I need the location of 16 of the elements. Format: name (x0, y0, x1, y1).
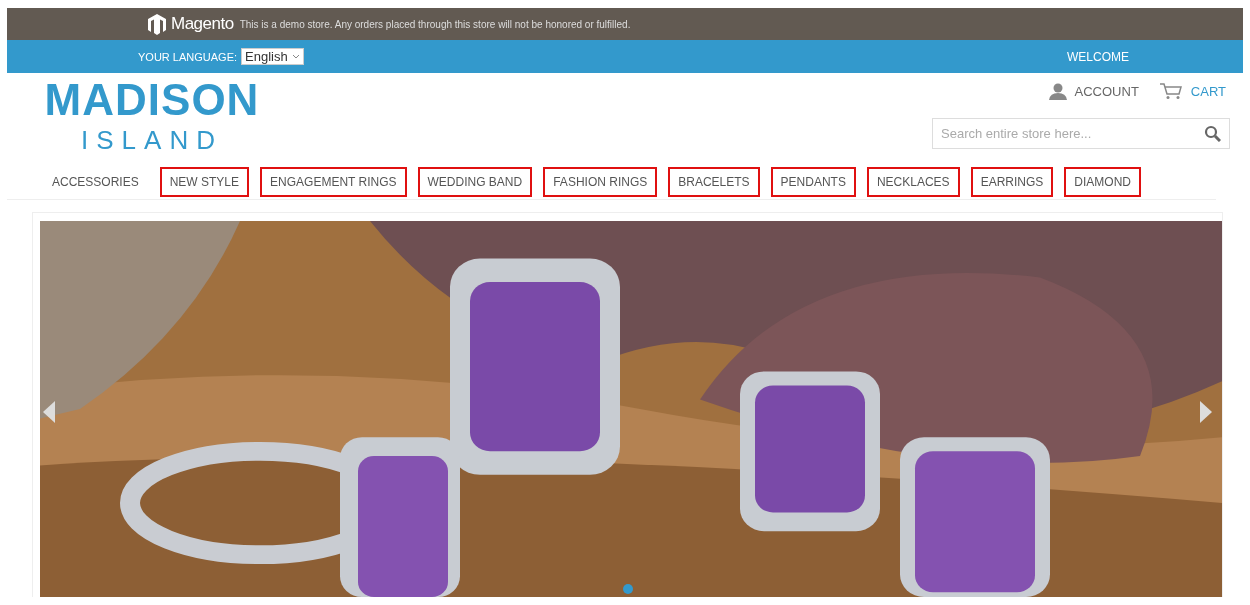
nav-link[interactable]: DIAMOND (1064, 167, 1141, 197)
nav-link[interactable]: ACCESSORIES (42, 167, 149, 197)
nav-link[interactable]: EARRINGS (970, 167, 1054, 197)
nav-link[interactable]: FASHION RINGS (543, 167, 658, 197)
nav-link[interactable]: WEDDING BAND (417, 167, 533, 197)
search-field[interactable]: Search entire store here... (932, 118, 1230, 149)
nav-link[interactable]: NEW STYLE (159, 167, 250, 197)
nav-link[interactable]: NECKLACES (866, 167, 960, 197)
notice-text: This is a demo store. Any orders placed through this store will not be honored or fulfilled. (239, 18, 631, 30)
language-select[interactable]: English (241, 48, 304, 65)
account-link[interactable]: ACCOUNT (1048, 82, 1139, 100)
brand-name: Magento (171, 14, 234, 34)
nav-link[interactable]: ENGAGEMENT RINGS (260, 167, 407, 197)
nav-link[interactable]: PENDANTS (770, 167, 856, 197)
nav-link[interactable]: BRACELETS (668, 167, 760, 197)
language-label: YOUR LANGUAGE: (138, 50, 238, 63)
